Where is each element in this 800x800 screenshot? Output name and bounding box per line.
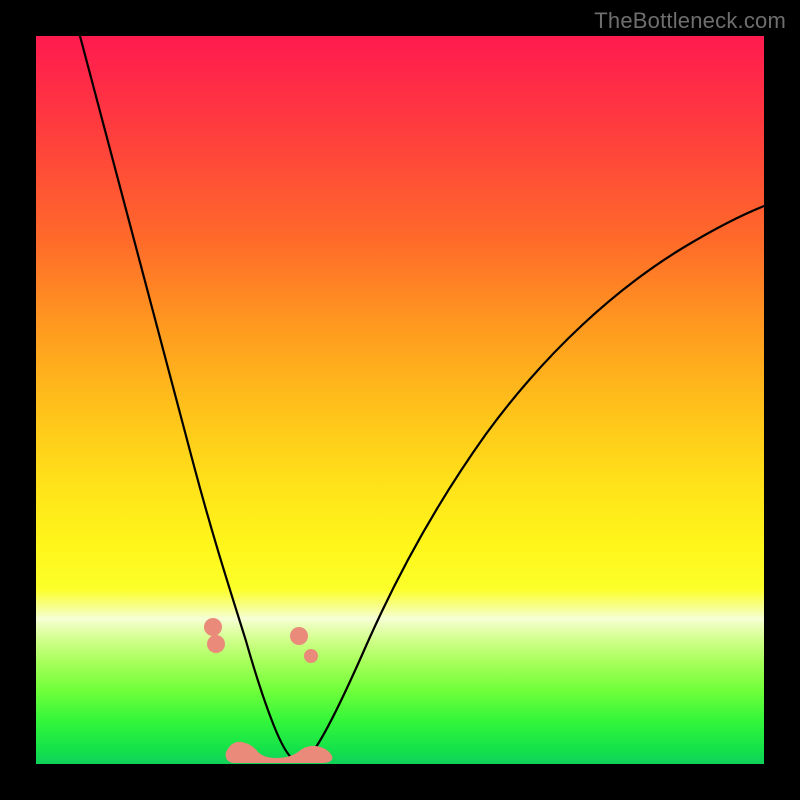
plot-area (36, 36, 764, 764)
watermark-text: TheBottleneck.com (594, 8, 786, 34)
curve-marker-right-2 (304, 649, 318, 663)
curve-marker-left-1 (204, 618, 222, 636)
chart-svg (36, 36, 764, 764)
outer-black-frame: TheBottleneck.com (0, 0, 800, 800)
bottleneck-curve (80, 36, 764, 761)
curve-marker-right-1 (290, 627, 308, 645)
curve-marker-left-2 (207, 635, 225, 653)
